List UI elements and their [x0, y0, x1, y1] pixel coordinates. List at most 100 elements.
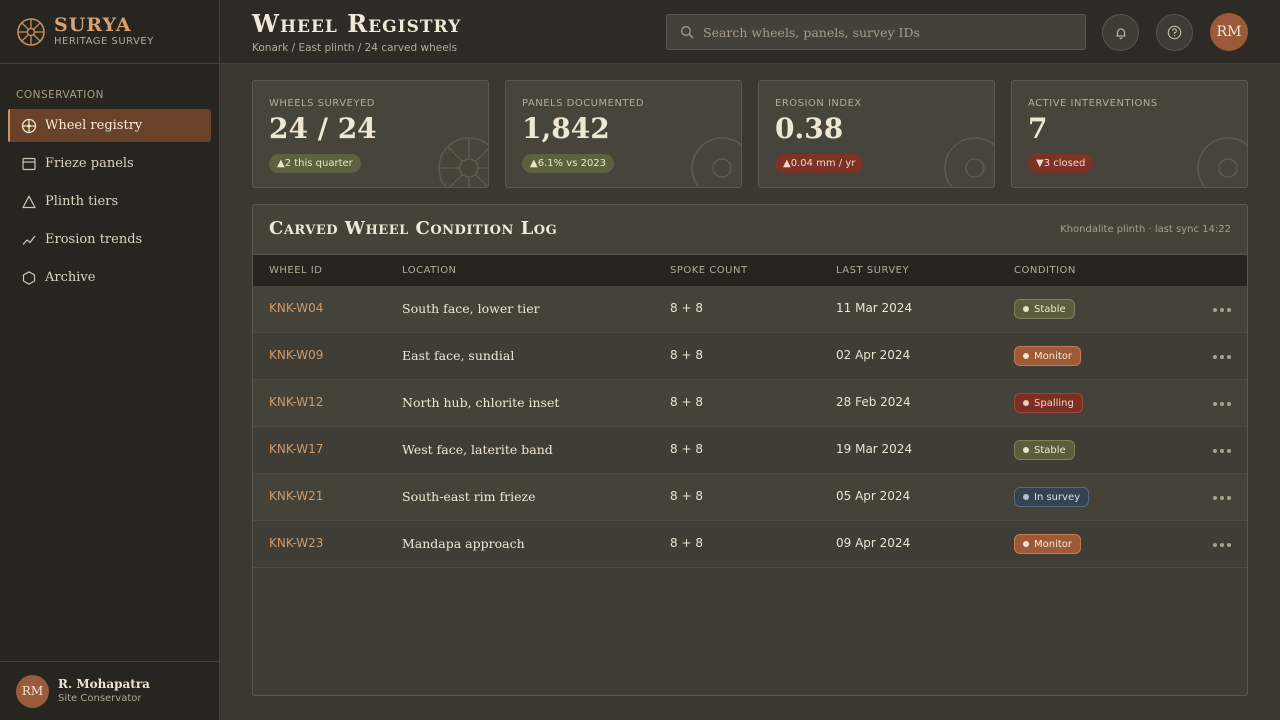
panel-header: Carved Wheel Condition Log Khondalite pl… [253, 205, 1247, 255]
stat-delta: ▲2 this quarter [269, 154, 361, 173]
ring-watermark-icon [1197, 137, 1247, 187]
stat-value: 7 [1028, 112, 1048, 145]
status-dot [1023, 353, 1029, 359]
status-dot [1023, 447, 1029, 453]
table-body: KNK-W04 South face, lower tier 8 + 8 11 … [253, 286, 1247, 568]
table-header: WHEEL ID LOCATION SPOKE COUNT LAST SURVE… [253, 255, 1247, 286]
sidebar-item-wheel-registry[interactable]: Wheel registry [8, 109, 211, 142]
stat-card-active-interventions: ACTIVE INTERVENTIONS 7 ▼3 closed [1011, 80, 1248, 188]
more-options-icon[interactable] [1213, 449, 1234, 453]
last-survey-cell: 05 Apr 2024 [836, 489, 911, 503]
help-button[interactable] [1156, 14, 1193, 51]
triangle-icon [22, 195, 36, 208]
table-row[interactable]: KNK-W23 Mandapa approach 8 + 8 09 Apr 20… [253, 521, 1247, 568]
avatar: RM [16, 674, 49, 708]
table-row[interactable]: KNK-W09 East face, sundial 8 + 8 02 Apr … [253, 333, 1247, 380]
status-dot [1023, 400, 1029, 406]
condition-log-panel: Carved Wheel Condition Log Khondalite pl… [252, 204, 1248, 696]
wheel-id-link[interactable]: KNK-W09 [269, 348, 323, 362]
nav-section-label: CONSERVATION [16, 89, 104, 101]
page-title: Wheel Registry [252, 9, 462, 38]
column-header-location[interactable]: LOCATION [402, 265, 457, 276]
sidebar-item-archive[interactable]: Archive [8, 261, 211, 294]
condition-badge: Stable [1014, 299, 1075, 319]
sidebar-item-plinth-tiers[interactable]: Plinth tiers [8, 185, 211, 218]
spoke-count-cell: 8 + 8 [670, 489, 703, 503]
wheel-id-link[interactable]: KNK-W12 [269, 395, 323, 409]
condition-label: Stable [1034, 303, 1066, 315]
sidebar-item-label: Archive [45, 270, 96, 285]
panel-title: Carved Wheel Condition Log [269, 218, 558, 239]
avatar[interactable]: RM [1210, 13, 1248, 51]
condition-badge: Monitor [1014, 346, 1082, 366]
more-options-icon[interactable] [1213, 543, 1234, 547]
condition-badge: In survey [1014, 487, 1090, 507]
condition-badge: Spalling [1014, 393, 1083, 413]
help-icon [1167, 25, 1182, 40]
column-header-condition[interactable]: CONDITION [1014, 265, 1076, 276]
stat-value: 0.38 [775, 112, 844, 145]
stat-delta: ▲6.1% vs 2023 [522, 154, 615, 173]
sidebar-item-frieze-panels[interactable]: Frieze panels [8, 147, 211, 180]
stat-label: EROSION INDEX [775, 98, 862, 109]
table-row[interactable]: KNK-W21 South-east rim frieze 8 + 8 05 A… [253, 474, 1247, 521]
user-role: Site Conservator [58, 693, 142, 704]
location-cell: East face, sundial [402, 348, 515, 363]
more-options-icon[interactable] [1213, 496, 1234, 500]
more-options-icon[interactable] [1213, 308, 1234, 312]
status-dot [1023, 494, 1029, 500]
stat-value: 24 / 24 [269, 112, 377, 145]
column-header-last-survey[interactable]: LAST SURVEY [836, 265, 909, 276]
table-row[interactable]: KNK-W17 West face, laterite band 8 + 8 1… [253, 427, 1247, 474]
notifications-button[interactable] [1102, 14, 1139, 51]
last-survey-cell: 19 Mar 2024 [836, 442, 913, 456]
spoke-count-cell: 8 + 8 [670, 442, 703, 456]
location-cell: South face, lower tier [402, 301, 540, 316]
wheel-id-link[interactable]: KNK-W21 [269, 489, 323, 503]
column-header-wheel-id[interactable]: WHEEL ID [269, 265, 322, 276]
sidebar-item-label: Plinth tiers [45, 194, 119, 209]
spoke-count-cell: 8 + 8 [670, 301, 703, 315]
ring-watermark-icon [944, 137, 994, 187]
column-header-spoke-count[interactable]: SPOKE COUNT [670, 265, 748, 276]
table-row[interactable]: KNK-W04 South face, lower tier 8 + 8 11 … [253, 286, 1247, 333]
brand-name: SURYA [54, 13, 132, 36]
trend-icon [22, 235, 36, 245]
stat-delta: ▼3 closed [1028, 154, 1094, 173]
stat-label: WHEELS SURVEYED [269, 98, 375, 109]
condition-label: Spalling [1034, 397, 1074, 409]
user-name: R. Mohapatra [58, 677, 150, 691]
condition-badge: Monitor [1014, 534, 1082, 554]
condition-badge: Stable [1014, 440, 1075, 460]
status-dot [1023, 541, 1029, 547]
wheel-id-link[interactable]: KNK-W23 [269, 536, 323, 550]
condition-label: Monitor [1034, 538, 1073, 550]
hexagon-icon [22, 270, 36, 285]
panel-icon [22, 157, 36, 170]
wheel-logo-icon [17, 17, 45, 46]
wheel-id-link[interactable]: KNK-W17 [269, 442, 323, 456]
search-box[interactable] [666, 14, 1086, 50]
sync-status: Khondalite plinth · last sync 14:22 [1060, 224, 1231, 235]
more-options-icon[interactable] [1213, 355, 1234, 359]
sidebar-item-label: Erosion trends [45, 232, 143, 247]
sidebar-item-label: Frieze panels [45, 156, 134, 171]
user-profile[interactable]: RM R. Mohapatra Site Conservator [0, 661, 220, 720]
last-survey-cell: 02 Apr 2024 [836, 348, 911, 362]
ring-watermark-icon [691, 137, 741, 187]
sidebar: SURYA HERITAGE SURVEY CONSERVATION Wheel… [0, 0, 220, 720]
brand[interactable]: SURYA HERITAGE SURVEY [0, 0, 219, 64]
search-input[interactable] [703, 24, 1073, 40]
location-cell: West face, laterite band [402, 442, 553, 457]
location-cell: South-east rim frieze [402, 489, 536, 504]
last-survey-cell: 09 Apr 2024 [836, 536, 911, 550]
condition-label: Monitor [1034, 350, 1073, 362]
status-dot [1023, 306, 1029, 312]
condition-label: Stable [1034, 444, 1066, 456]
sidebar-item-erosion-trends[interactable]: Erosion trends [8, 223, 211, 256]
more-options-icon[interactable] [1213, 402, 1234, 406]
stat-card-erosion-index: EROSION INDEX 0.38 ▲0.04 mm / yr [758, 80, 995, 188]
wheel-id-link[interactable]: KNK-W04 [269, 301, 323, 315]
table-row[interactable]: KNK-W12 North hub, chlorite inset 8 + 8 … [253, 380, 1247, 427]
condition-label: In survey [1034, 491, 1081, 503]
